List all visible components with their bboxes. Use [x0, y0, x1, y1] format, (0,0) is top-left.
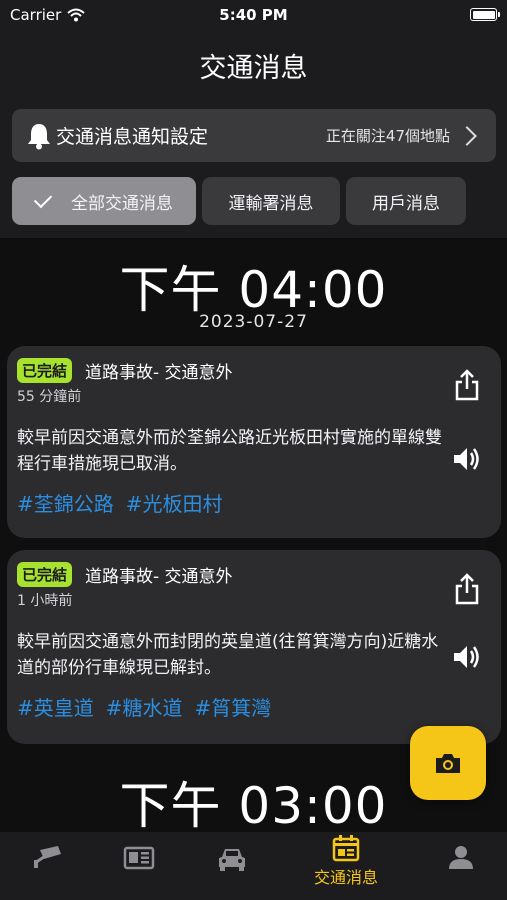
- tab-label: 運輸署消息: [228, 193, 314, 214]
- news-title: 道路事故- 交通意外: [85, 363, 233, 383]
- camera-icon: [436, 754, 460, 773]
- top-area: Carrier 5:40 PM 交通消息 交通消息通知設定 正在關注47個地點 …: [0, 0, 507, 238]
- news-body: 較早前因交通意外而於荃錦公路近光板田村實施的單線雙程行車措施現已取消。: [17, 428, 442, 474]
- location-tag[interactable]: #筲箕灣: [195, 692, 272, 721]
- location-tag[interactable]: #荃錦公路: [17, 488, 114, 517]
- person-icon: [449, 846, 473, 869]
- tab-news[interactable]: [121, 832, 157, 900]
- tab-profile[interactable]: [446, 832, 476, 900]
- location-tag[interactable]: #糖水道: [106, 692, 183, 721]
- tab-car[interactable]: [214, 832, 250, 900]
- status-badge: 已完結: [17, 562, 73, 587]
- tab-label: 交通消息: [313, 868, 378, 887]
- tab-transport-department-news[interactable]: 運輸署消息: [202, 177, 340, 225]
- car-icon: [219, 849, 245, 871]
- bottom-tab-bar: 交通消息: [0, 832, 507, 900]
- news-icon: [123, 846, 155, 870]
- traffic-news-icon: [332, 835, 360, 862]
- tab-label: 用戶消息: [372, 193, 440, 214]
- share-icon[interactable]: [453, 572, 481, 606]
- news-title: 道路事故- 交通意外: [85, 567, 233, 587]
- notification-settings-label: 交通消息通知設定: [56, 126, 209, 148]
- camera-button[interactable]: [410, 726, 486, 800]
- page-title: 交通消息: [199, 53, 308, 84]
- bell-icon: [26, 121, 52, 151]
- date-group-header: 2023-07-27: [199, 312, 308, 332]
- news-time-ago: 1 小時前: [17, 593, 73, 609]
- share-icon[interactable]: [453, 368, 481, 402]
- tab-label: 全部交通消息: [71, 193, 173, 214]
- checkmark-icon: [33, 189, 53, 208]
- filter-tabs: 全部交通消息 運輸署消息 用戶消息: [12, 177, 466, 225]
- tab-user-news[interactable]: 用戶消息: [346, 177, 466, 225]
- news-time-ago: 55 分鐘前: [17, 389, 82, 405]
- status-time: 5:40 PM: [219, 6, 288, 24]
- tag-list: #英皇道 #糖水道 #筲箕灣: [17, 692, 271, 721]
- news-card[interactable]: 已完結 道路事故- 交通意外 55 分鐘前 較早前因交通意外而於荃錦公路近光板田…: [7, 346, 501, 538]
- location-tag[interactable]: #英皇道: [17, 692, 94, 721]
- news-body: 較早前因交通意外而封閉的英皇道(往筲箕灣方向)近糖水道的部份行車線現已解封。: [17, 632, 439, 678]
- tab-traffic-camera[interactable]: [30, 832, 66, 900]
- news-card[interactable]: 已完結 道路事故- 交通意外 1 小時前 較早前因交通意外而封閉的英皇道(往筲箕…: [7, 550, 501, 744]
- speaker-icon[interactable]: [451, 444, 481, 474]
- tab-all-traffic-news[interactable]: 全部交通消息: [12, 177, 196, 225]
- battery-icon: [470, 8, 500, 21]
- tab-traffic-news[interactable]: 交通消息: [301, 832, 391, 900]
- speaker-icon[interactable]: [451, 642, 481, 672]
- location-tag[interactable]: #光板田村: [126, 488, 223, 517]
- tag-list: #荃錦公路 #光板田村: [17, 488, 223, 517]
- traffic-camera-icon: [34, 846, 61, 868]
- notification-settings-button[interactable]: 交通消息通知設定 正在關注47個地點: [12, 109, 496, 162]
- status-bar: Carrier 5:40 PM: [0, 0, 507, 30]
- status-badge: 已完結: [17, 358, 73, 383]
- chevron-right-icon: [457, 125, 477, 146]
- followed-locations-count: 正在關注47個地點: [325, 127, 450, 145]
